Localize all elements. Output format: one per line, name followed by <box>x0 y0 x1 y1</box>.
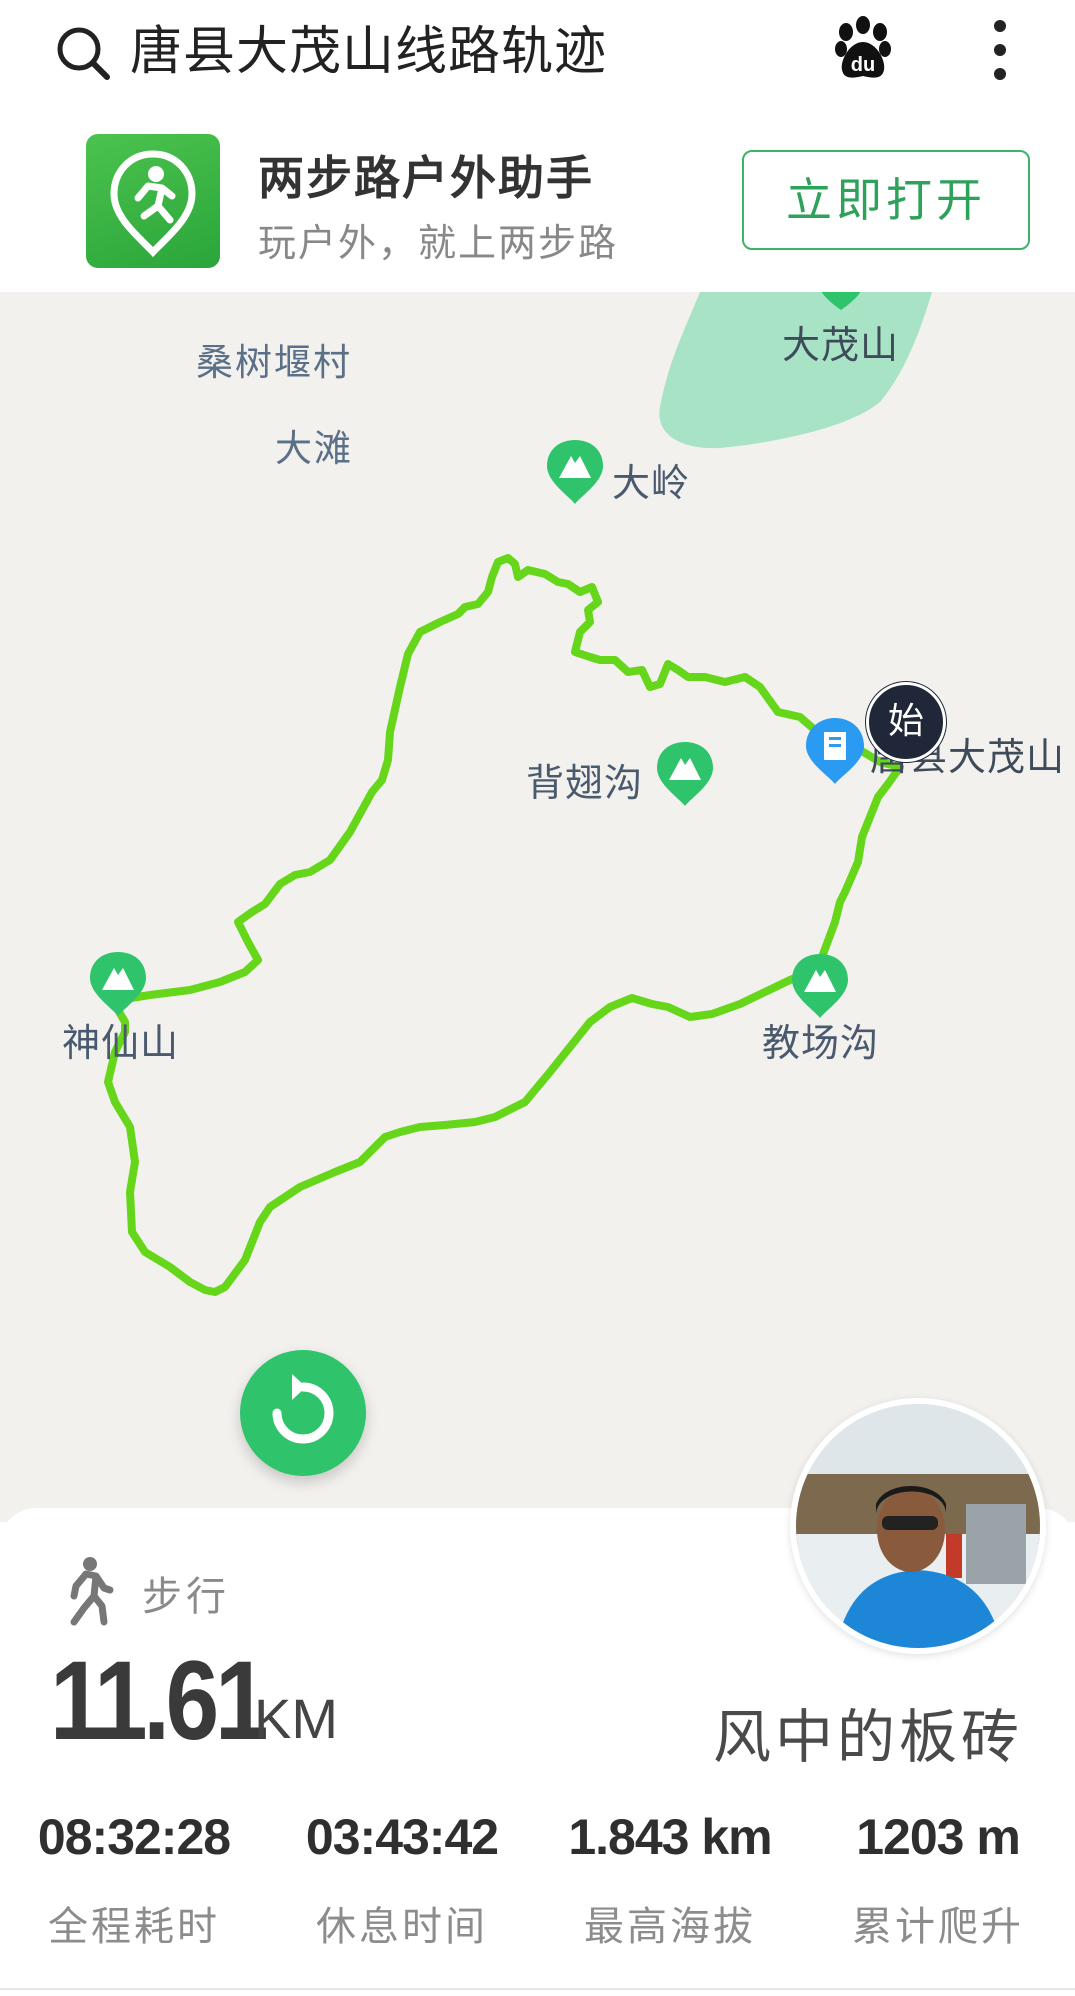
mountain-pin-icon[interactable] <box>545 438 605 506</box>
distance-value: 11.61 <box>50 1638 269 1763</box>
stat-total-climb: 1203 m 累计爬升 <box>804 1808 1072 1952</box>
track-map[interactable]: 桑树堰村 大滩 大茂山 大岭 背翅沟 神仙山 教场沟 唐县大茂山 始 <box>0 292 1075 1522</box>
stat-label: 休息时间 <box>316 1904 488 1950</box>
mountain-pin-icon[interactable] <box>88 950 148 1018</box>
refresh-icon <box>272 1374 334 1444</box>
search-icon[interactable] <box>54 24 112 82</box>
place-label: 桑树堰村 <box>196 341 352 384</box>
track-summary-card: 步行 11.61 KM 风中的板砖 08:32:28 全程耗时 03:43:42… <box>0 1398 1075 1996</box>
place-label: 大滩 <box>275 427 353 470</box>
poi-label: 教场沟 <box>762 1021 880 1065</box>
open-app-button[interactable]: 立即打开 <box>742 150 1030 250</box>
app-slogan: 玩户外，就上两步路 <box>258 221 619 265</box>
stat-value: 03:43:42 <box>305 1809 499 1865</box>
stat-value: 1.843 km <box>568 1809 772 1865</box>
app-promo-banner: 两步路户外助手 玩户外，就上两步路 立即打开 <box>0 112 1075 293</box>
stat-value: 1203 m <box>856 1809 1021 1865</box>
start-marker[interactable]: 始 <box>866 682 946 762</box>
mountain-pin-icon[interactable] <box>812 292 870 310</box>
app-logo-icon[interactable] <box>86 134 220 268</box>
stat-max-altitude: 1.843 km 最高海拔 <box>536 1808 804 1952</box>
stat-total-time: 08:32:28 全程耗时 <box>0 1808 268 1952</box>
place-label: 大茂山 <box>782 323 900 367</box>
refresh-button[interactable] <box>240 1350 366 1476</box>
track-path <box>104 554 904 1296</box>
map-canvas <box>104 292 932 1296</box>
poi-label: 背翅沟 <box>526 761 644 805</box>
user-name[interactable]: 风中的板砖 <box>713 1690 1023 1774</box>
distance-unit: KM <box>254 1687 338 1750</box>
stat-rest-time: 03:43:42 休息时间 <box>268 1808 536 1952</box>
search-bar[interactable]: 唐县大茂山线路轨迹 du <box>0 0 1075 113</box>
mountain-pin-icon[interactable] <box>655 740 715 808</box>
app-name: 两步路户外助手 <box>258 151 594 205</box>
activity-type: 步行 <box>142 1574 230 1620</box>
divider <box>0 1988 1075 1990</box>
svg-text:du: du <box>851 54 875 76</box>
walking-icon <box>70 1557 114 1626</box>
user-avatar[interactable] <box>790 1398 1046 1654</box>
poi-label: 神仙山 <box>62 1021 180 1065</box>
building-pin-icon[interactable] <box>804 716 866 786</box>
stat-value: 08:32:28 <box>37 1809 231 1865</box>
mountain-pin-icon[interactable] <box>790 952 850 1020</box>
stat-label: 全程耗时 <box>48 1904 220 1950</box>
stat-label: 累计爬升 <box>852 1904 1024 1950</box>
more-vertical-icon[interactable] <box>982 18 1018 82</box>
stat-label: 最高海拔 <box>584 1904 756 1950</box>
search-query[interactable]: 唐县大茂山线路轨迹 <box>130 14 607 90</box>
baidu-paw-icon[interactable]: du <box>832 16 894 82</box>
poi-label: 大岭 <box>612 461 691 505</box>
